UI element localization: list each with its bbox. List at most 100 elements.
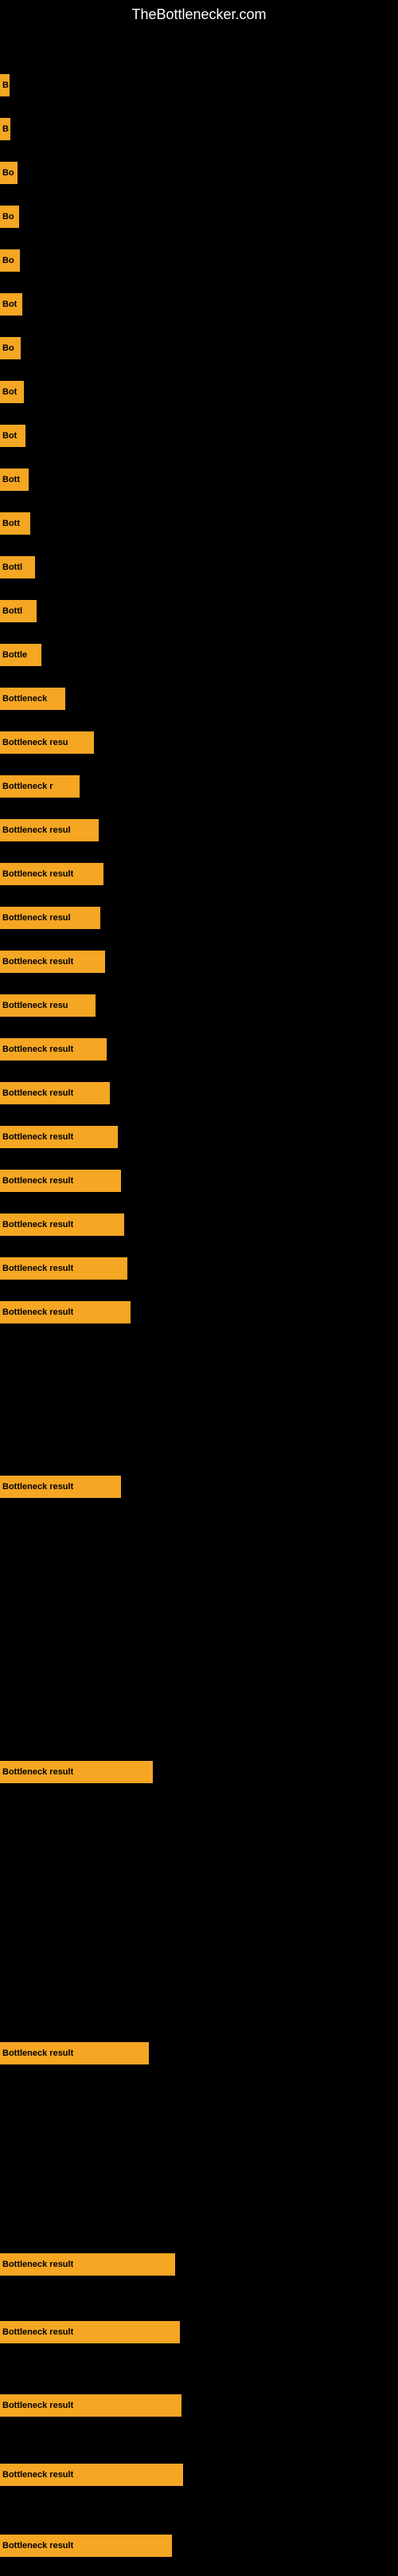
bar-row: Bottleneck result (0, 2394, 398, 2417)
bar: Bottleneck result (0, 1301, 131, 1323)
bar-label: Bottl (2, 563, 22, 572)
bar-label: Bottleneck result (2, 1308, 73, 1317)
bar: Bo (0, 337, 21, 359)
bar: Bo (0, 162, 18, 184)
bar-row: Bottleneck result (0, 1170, 398, 1192)
bar: Bot (0, 293, 22, 316)
bar-label: Bottleneck resul (2, 913, 71, 923)
bar-row: Bot (0, 425, 398, 447)
bar-row: Bottleneck result (0, 951, 398, 973)
bar-row: B (0, 118, 398, 140)
bar-label: Bottleneck result (2, 869, 73, 879)
bar-row: Bottleneck result (0, 1301, 398, 1323)
bar-row: Bottleneck result (0, 1126, 398, 1148)
bar: Bottleneck resu (0, 994, 96, 1017)
bar: Bot (0, 425, 25, 447)
bar: Bott (0, 512, 30, 535)
bar: Bottleneck resul (0, 819, 99, 841)
bar: Bott (0, 469, 29, 491)
bar-row: Bottleneck result (0, 1761, 398, 1783)
bar-label: Bottleneck resul (2, 825, 71, 835)
bar: Bottleneck result (0, 1170, 121, 1192)
bar-label: Bottleneck result (2, 1220, 73, 1229)
bar-row: Bottleneck result (0, 1082, 398, 1104)
bar-row: Bottleneck result (0, 1476, 398, 1498)
bar-label: Bottleneck result (2, 1088, 73, 1098)
bar: Bottleneck result (0, 2042, 149, 2064)
bar-label: Bottleneck resu (2, 1001, 68, 1010)
bar-row: Bo (0, 337, 398, 359)
site-title: TheBottlenecker.com (0, 0, 398, 26)
bar-label: Bottleneck result (2, 2260, 73, 2269)
bar-row: B (0, 74, 398, 96)
bar-row: Bott (0, 512, 398, 535)
bar-label: Bottleneck result (2, 957, 73, 966)
bar-row: Bottleneck resu (0, 994, 398, 1017)
bar: Bottl (0, 600, 37, 622)
bar-row: Bott (0, 469, 398, 491)
bar: Bottleneck result (0, 1082, 110, 1104)
bars-container: B B Bo Bo Bo Bot Bo Bot Bot Bott Bott Bottl Bottl Bot… (0, 26, 398, 2576)
bar-label: Bo (2, 343, 14, 353)
bar-label: Bottleneck result (2, 1132, 73, 1142)
bar-label: Bot (2, 387, 17, 397)
bar-row: Bottleneck result (0, 1257, 398, 1280)
bar: B (0, 74, 10, 96)
bar-row: Bottleneck result (0, 2253, 398, 2276)
bar-label: B (2, 124, 9, 134)
bar-row: Bo (0, 162, 398, 184)
bar-label: Bottl (2, 606, 22, 616)
bar-row: Bottle (0, 644, 398, 666)
bar: Bottleneck result (0, 951, 105, 973)
bar: Bottleneck resu (0, 731, 94, 754)
bar-row: Bottleneck resul (0, 907, 398, 929)
bar: Bottleneck (0, 688, 65, 710)
bar-row: Bottleneck result (0, 2321, 398, 2343)
bar: Bottleneck result (0, 2321, 180, 2343)
bar-row: Bottleneck r (0, 775, 398, 798)
bar-label: B (2, 80, 9, 90)
bar-label: Bottleneck result (2, 1767, 73, 1777)
bar-label: Bot (2, 300, 17, 309)
bar: Bottleneck result (0, 2464, 183, 2486)
bar-label: Bot (2, 431, 17, 441)
bar: Bo (0, 206, 19, 228)
bar: Bottleneck result (0, 2394, 181, 2417)
bar-label: Bott (2, 475, 20, 484)
bar: Bottle (0, 644, 41, 666)
bar-row: Bot (0, 293, 398, 316)
bar-label: Bottle (2, 650, 27, 660)
bar: Bo (0, 249, 20, 272)
bar-label: Bottleneck result (2, 2327, 73, 2337)
bar-label: Bott (2, 519, 20, 528)
bar-label: Bottleneck result (2, 1045, 73, 1054)
bar-label: Bo (2, 168, 14, 178)
bar: Bottleneck result (0, 1214, 124, 1236)
bar: Bottleneck resul (0, 907, 100, 929)
bar-row: Bo (0, 206, 398, 228)
bar: Bottleneck result (0, 1476, 121, 1498)
bar-row: Bottleneck resu (0, 731, 398, 754)
bar-label: Bottleneck result (2, 2470, 73, 2480)
bar-row: Bottl (0, 600, 398, 622)
bar-row: Bottleneck result (0, 2042, 398, 2064)
bar-row: Bottleneck result (0, 1214, 398, 1236)
bar-row: Bot (0, 381, 398, 403)
bar: Bottleneck result (0, 1126, 118, 1148)
bar-label: Bottleneck resu (2, 738, 68, 747)
bar-row: Bottleneck result (0, 2535, 398, 2557)
bar-label: Bottleneck result (2, 1176, 73, 1186)
bar: Bottleneck result (0, 1257, 127, 1280)
bar-label: Bottleneck result (2, 1482, 73, 1492)
bar: Bottleneck result (0, 1038, 107, 1061)
bar: Bottleneck result (0, 863, 103, 885)
bar-row: Bottleneck (0, 688, 398, 710)
bar: Bottl (0, 556, 35, 578)
bar-row: Bo (0, 249, 398, 272)
bar: Bottleneck result (0, 2253, 175, 2276)
bar-row: Bottleneck resul (0, 819, 398, 841)
bar: Bot (0, 381, 24, 403)
bar-label: Bottleneck (2, 694, 47, 704)
bar-label: Bottleneck result (2, 2401, 73, 2410)
bar-label: Bottleneck r (2, 782, 53, 791)
